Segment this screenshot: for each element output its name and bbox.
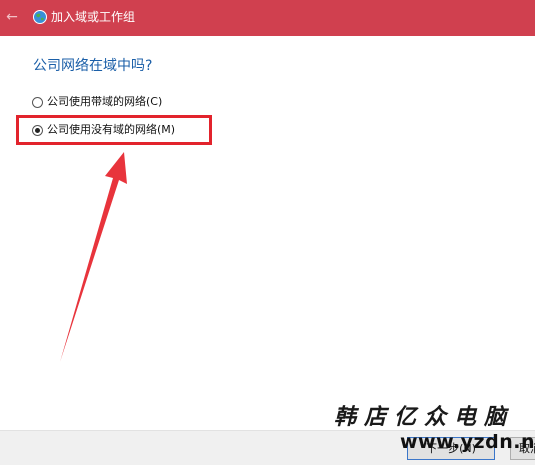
network-globe-icon <box>33 10 47 24</box>
watermark-text: 韩店亿众电脑 <box>334 404 515 430</box>
title-bar: ← 加入域或工作组 <box>0 0 535 36</box>
watermark-url: www.yzdn.net <box>400 431 535 453</box>
back-arrow-icon[interactable]: ← <box>4 9 20 25</box>
annotation-highlight-box <box>16 115 212 145</box>
radio-label: 公司使用带域的网络(C) <box>47 95 163 108</box>
radio-button[interactable] <box>32 96 43 108</box>
radio-option-with-domain[interactable]: 公司使用带域的网络(C) <box>32 93 162 111</box>
page-heading: 公司网络在域中吗? <box>33 58 153 74</box>
window-title: 加入域或工作组 <box>51 10 136 24</box>
